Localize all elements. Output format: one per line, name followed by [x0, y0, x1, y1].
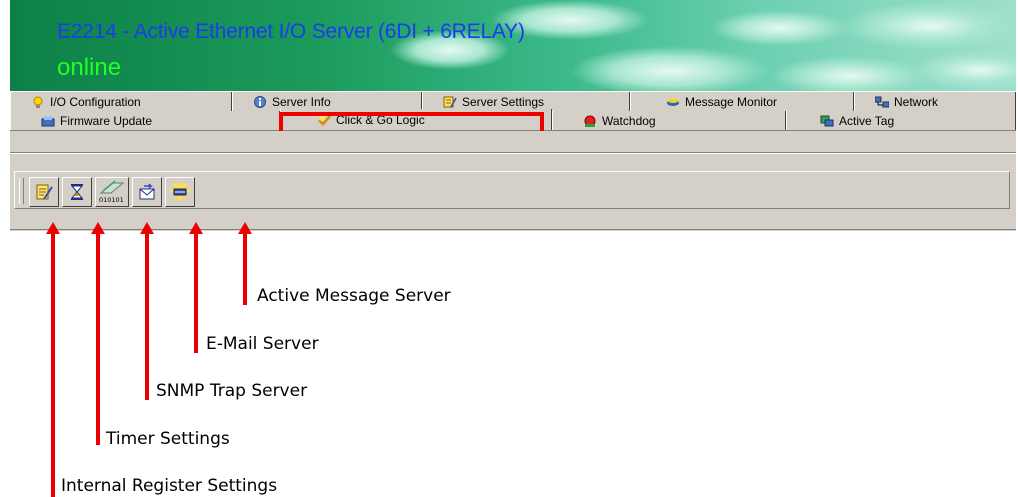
- email-icon: [139, 183, 155, 200]
- arrow-shaft: [96, 232, 100, 445]
- logic-panel: 010101: [10, 131, 1016, 231]
- hourglass-icon: [70, 184, 84, 200]
- timer-settings-button[interactable]: [62, 177, 92, 207]
- callout-timer-settings: Timer Settings: [106, 429, 230, 449]
- window-title: E2214 - Active Ethernet I/O Server (6DI …: [57, 20, 525, 43]
- tab-network[interactable]: Network: [854, 92, 1016, 111]
- watchdog-icon: [584, 115, 596, 127]
- active-message-server-button[interactable]: [165, 177, 195, 207]
- callout-email-server: E-Mail Server: [206, 334, 319, 354]
- arrow-shaft: [194, 232, 198, 353]
- arrow-shaft: [51, 232, 55, 497]
- internal-register-icon: [36, 184, 53, 200]
- arrow-shaft: [145, 232, 149, 400]
- tab-label: Server Settings: [462, 94, 545, 109]
- arrow-shaft: [243, 232, 247, 305]
- tab-io-configuration[interactable]: I/O Configuration: [10, 92, 232, 111]
- tab-label: Message Monitor: [685, 94, 778, 109]
- info-icon: [254, 95, 266, 108]
- callout-active-message-server: Active Message Server: [257, 286, 451, 306]
- internal-register-button[interactable]: [29, 177, 59, 207]
- tab-message-monitor[interactable]: Message Monitor: [630, 92, 854, 111]
- tab-watchdog[interactable]: Watchdog: [552, 111, 786, 130]
- tab-label: Watchdog: [602, 113, 656, 128]
- tab-label: I/O Configuration: [50, 94, 141, 109]
- header-banner: E2214 - Active Ethernet I/O Server (6DI …: [10, 0, 1016, 91]
- snmp-trap-icon: 010101: [99, 180, 125, 204]
- message-monitor-icon: [667, 98, 679, 106]
- email-server-button[interactable]: [132, 177, 162, 207]
- tab-label: Active Tag: [839, 113, 895, 128]
- connection-status: online: [57, 54, 122, 81]
- tab-label: Firmware Update: [60, 113, 153, 128]
- toolbar-grip[interactable]: [19, 178, 24, 204]
- panel-bottom-edge: [10, 229, 1016, 230]
- tab-active-tag[interactable]: Active Tag: [786, 111, 1016, 130]
- network-icon: [875, 96, 889, 107]
- firmware-icon: [41, 115, 55, 126]
- active-message-icon: [169, 181, 191, 202]
- snmp-binary-text: 010101: [99, 196, 124, 204]
- lightbulb-icon: [33, 96, 43, 108]
- active-tag-icon: [820, 115, 834, 126]
- callout-snmp-trap-server: SNMP Trap Server: [156, 381, 308, 401]
- server-settings-icon: [443, 96, 457, 107]
- snmp-trap-button[interactable]: 010101: [95, 177, 129, 207]
- panel-divider: [10, 152, 1016, 154]
- tab-label: Network: [894, 94, 939, 109]
- tab-label: Server Info: [272, 94, 331, 109]
- logic-toolbar: 010101: [14, 171, 1010, 209]
- tab-firmware-update[interactable]: Firmware Update: [10, 111, 280, 130]
- callout-internal-register-settings: Internal Register Settings: [61, 476, 278, 496]
